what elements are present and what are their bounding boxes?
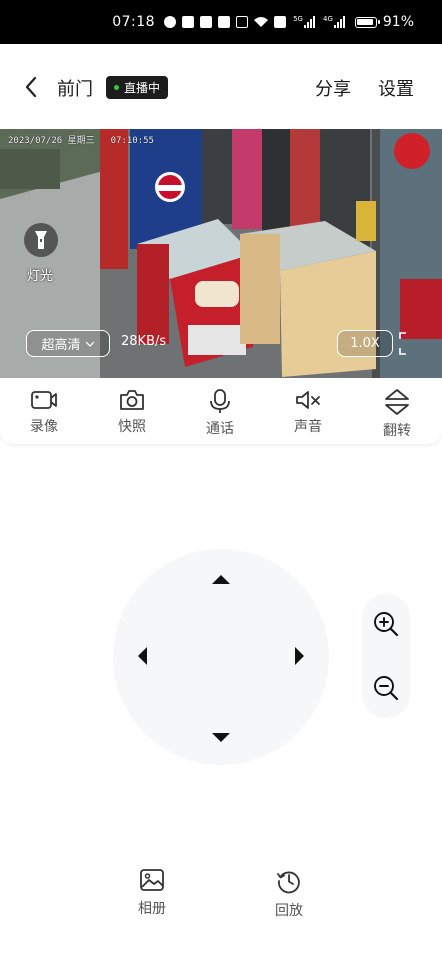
live-badge: 直播中 (106, 76, 169, 99)
chevron-down-icon (85, 341, 94, 347)
light-label: 灯光 (27, 269, 54, 284)
share-button[interactable]: 分享 (315, 75, 351, 101)
pan-up-arrow-icon[interactable] (212, 575, 230, 584)
osd-time: 07:10:55 (110, 136, 154, 146)
record-label: 录像 (30, 419, 58, 435)
pan-left-arrow-icon[interactable] (138, 647, 147, 665)
sound-button[interactable]: 声音 (278, 388, 338, 436)
pan-down-arrow-icon[interactable] (212, 733, 230, 742)
album-button[interactable]: 相册 (122, 868, 182, 918)
sound-label: 声音 (294, 419, 322, 435)
bitrate-readout: 28KB/s (121, 334, 167, 349)
history-icon (277, 871, 300, 894)
zoom-in-button[interactable] (371, 609, 401, 639)
back-button[interactable] (18, 74, 44, 100)
flashlight-icon (35, 231, 47, 249)
record-button[interactable]: 录像 (14, 388, 74, 436)
battery-icon (354, 16, 380, 28)
flip-button[interactable]: 翻转 (367, 388, 427, 440)
mail-icon (182, 16, 195, 28)
talk-label: 通话 (206, 421, 234, 437)
zoom-out-icon (374, 676, 399, 701)
gallery-icon (140, 869, 164, 891)
header: 前门 直播中 分享 设置 (0, 44, 442, 130)
wifi-icon (254, 17, 269, 27)
quality-selector[interactable]: 超高清 (26, 330, 110, 357)
snapshot-button[interactable]: 快照 (102, 388, 162, 436)
page-title: 前门 (57, 79, 93, 100)
playback-label: 回放 (275, 903, 303, 919)
app-notification-icon-2 (218, 16, 231, 28)
camera-icon (120, 390, 144, 410)
app-notification-icon (200, 16, 213, 28)
playback-button[interactable]: 回放 (259, 868, 319, 920)
osd-date: 2023/07/26 星期三 (8, 136, 95, 146)
fullscreen-icon (399, 332, 406, 355)
video-record-icon (31, 391, 57, 409)
video-timestamp: 2023/07/26 星期三 07:10:55 (8, 133, 154, 146)
status-bar: 07:18 5G 4G 91% (0, 0, 442, 44)
speaker-muted-icon (296, 391, 320, 409)
talk-button[interactable]: 通话 (190, 388, 250, 438)
flip-icon (385, 389, 409, 415)
zoom-in-icon (374, 612, 399, 637)
live-video[interactable]: 2023/07/26 星期三 07:10:55 灯光 超高清 28KB/s 1.0… (0, 129, 442, 378)
settings-button[interactable]: 设置 (378, 75, 414, 101)
chevron-left-icon (25, 76, 37, 98)
flip-label: 翻转 (383, 423, 411, 439)
snapshot-label: 快照 (118, 419, 146, 435)
signal-4g-icon: 4G (323, 16, 345, 28)
heart-icon (164, 16, 177, 28)
network-5g-label: 5G (293, 15, 303, 23)
fullscreen-button[interactable] (398, 330, 420, 357)
microphone-icon (210, 389, 230, 413)
zoom-level-button[interactable]: 1.0X (337, 330, 393, 357)
light-button[interactable] (24, 223, 58, 257)
pan-right-arrow-icon[interactable] (295, 647, 304, 665)
battery-percent: 91% (382, 14, 414, 30)
album-label: 相册 (138, 901, 166, 917)
quality-label: 超高清 (41, 338, 81, 353)
nfc-icon (236, 16, 249, 28)
zoom-out-button[interactable] (371, 673, 401, 703)
network-4g-label: 4G (322, 15, 333, 23)
status-time: 07:18 (112, 14, 156, 30)
control-toolbar: 录像 快照 通话 声音 翻转 (0, 378, 442, 444)
live-badge-label: 直播中 (124, 81, 161, 95)
signal-5g-icon: 5G (293, 16, 315, 28)
hd-icon (274, 16, 287, 28)
live-dot-icon (114, 85, 119, 90)
